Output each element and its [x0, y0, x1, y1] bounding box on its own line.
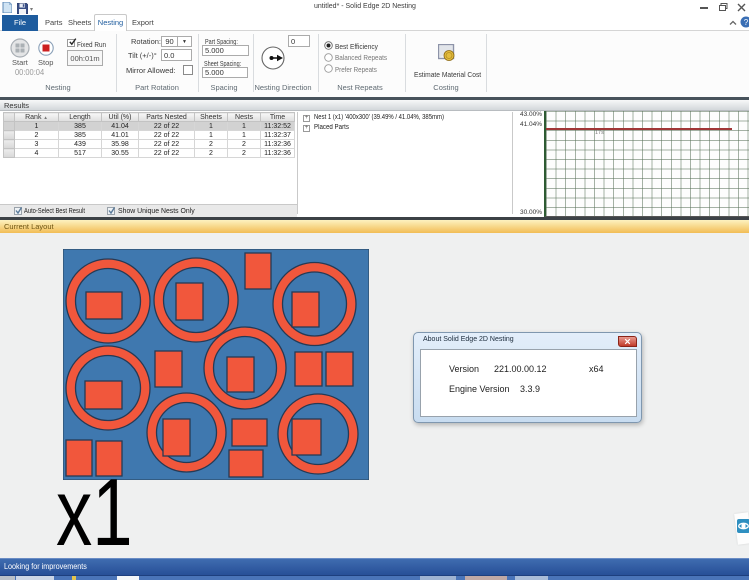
svg-text:?: ? — [744, 18, 749, 27]
